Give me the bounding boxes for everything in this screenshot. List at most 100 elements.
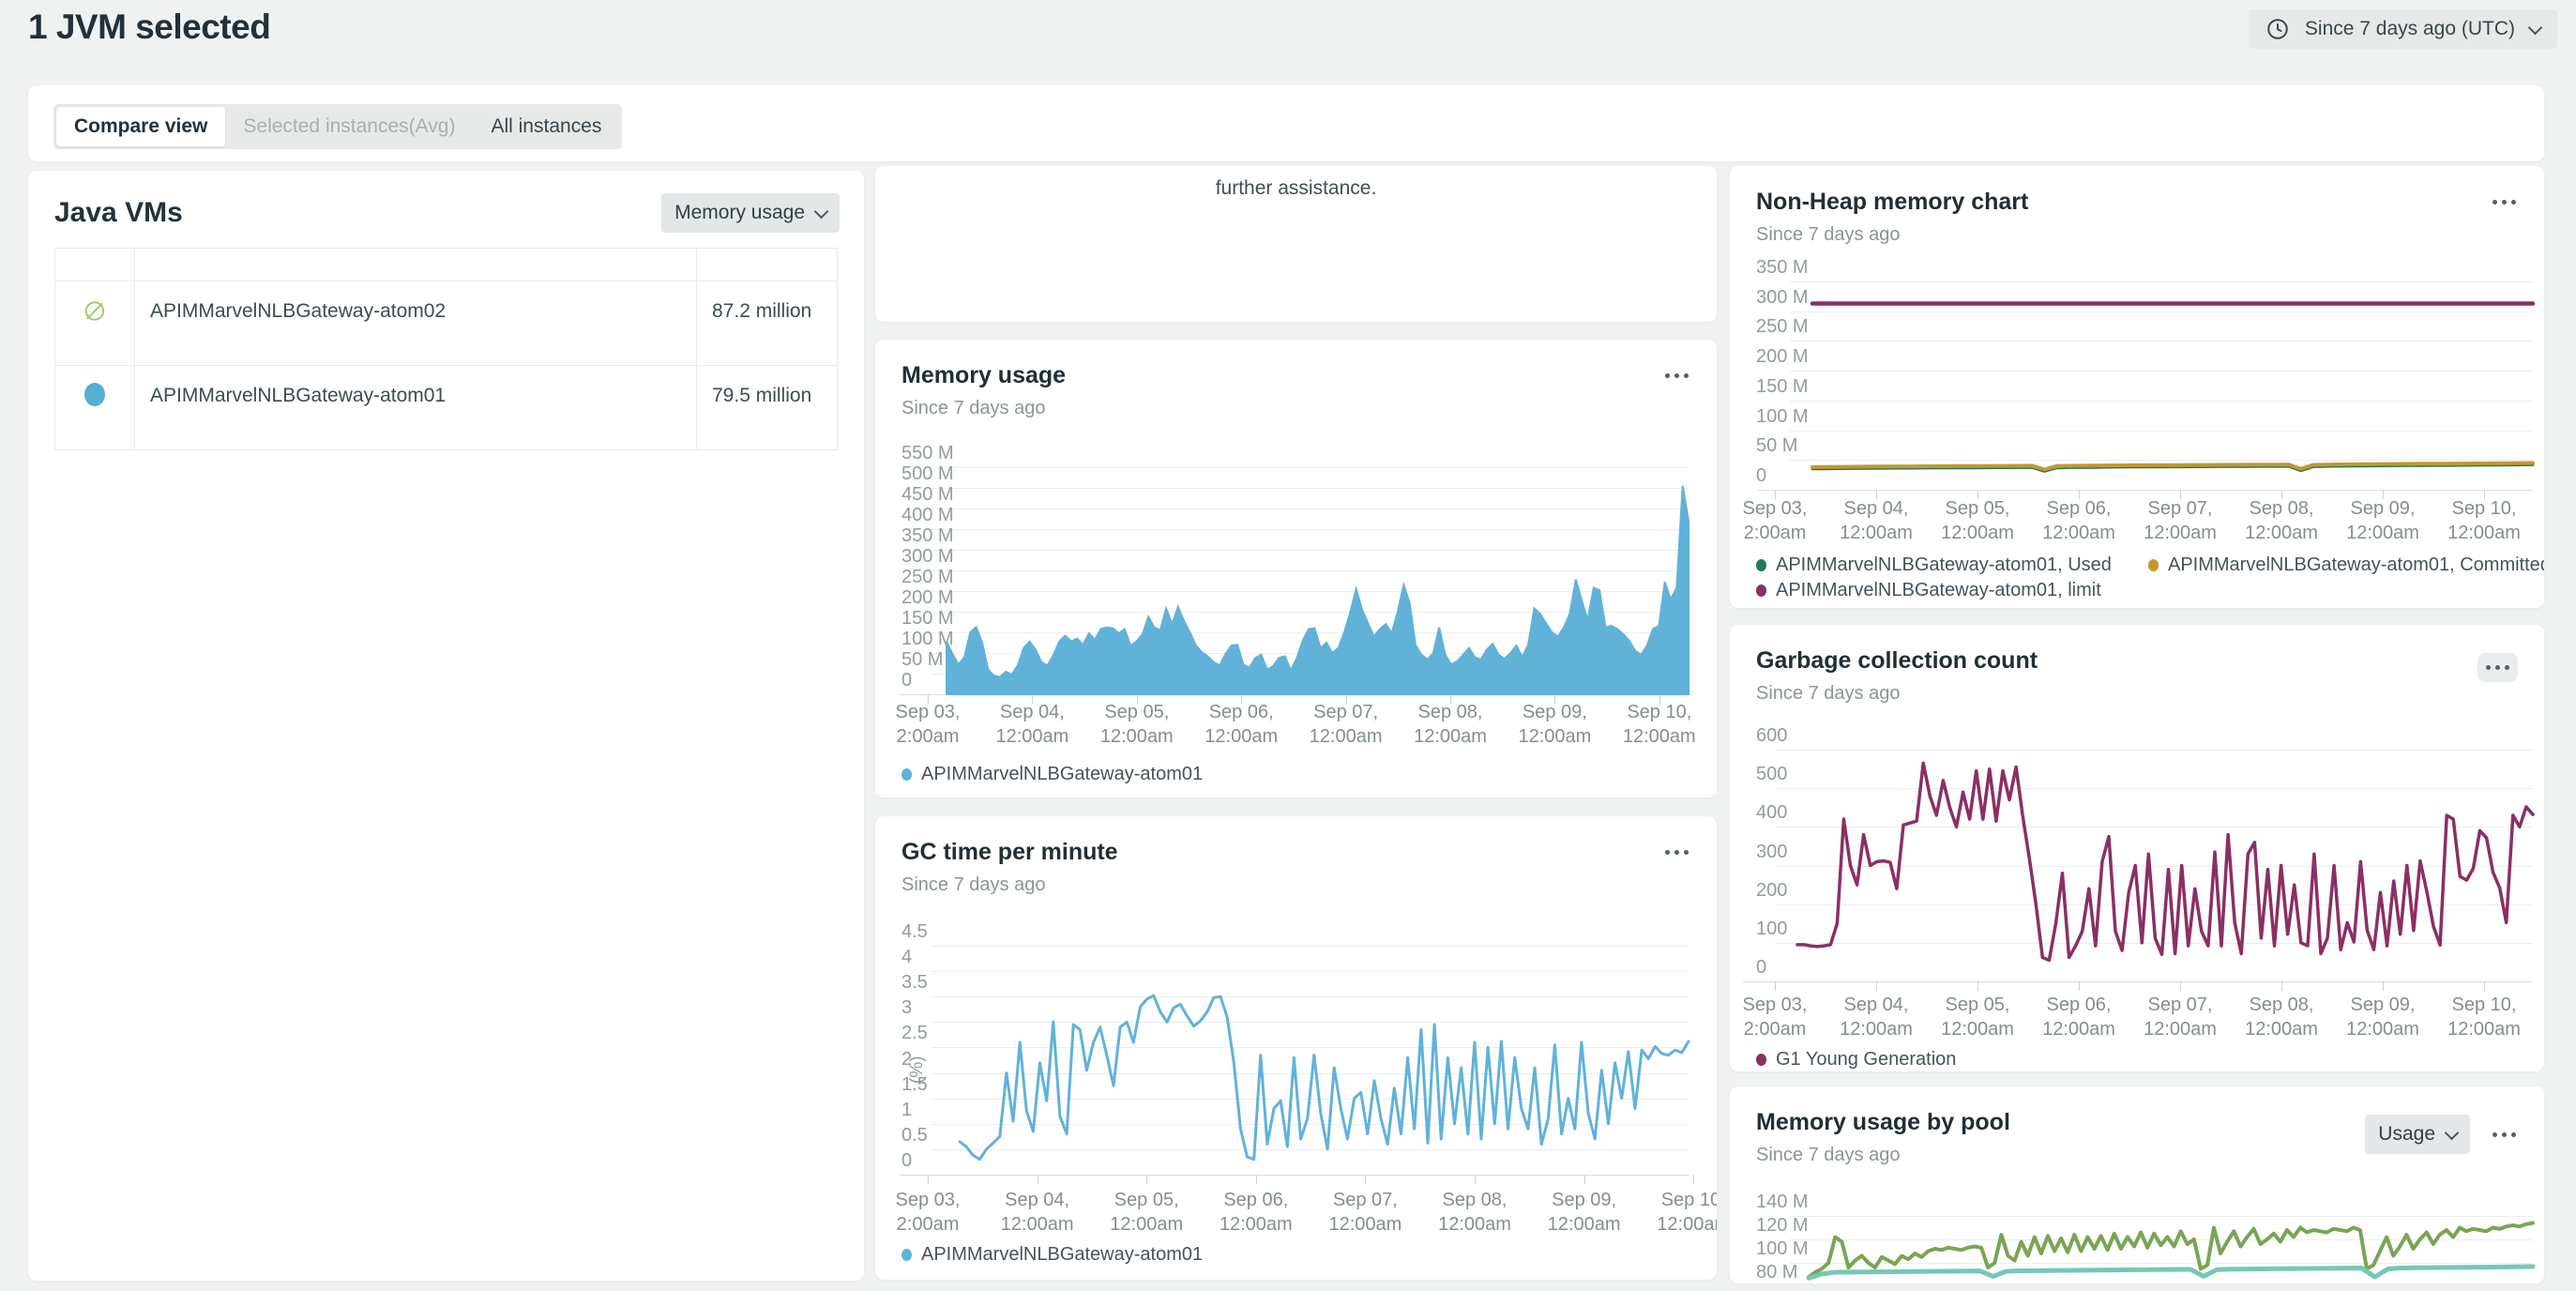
legend-item[interactable]: APIMMarvelNLBGateway-atom01	[902, 1244, 1203, 1266]
y-axis-tick-label: 200	[1756, 880, 1787, 902]
selected-circle-icon	[84, 383, 105, 406]
x-axis-tick-label: Sep 10, 12:00am	[1599, 700, 1717, 749]
jvm-header-cell	[55, 249, 135, 281]
y-axis-tick-label: 150 M	[1756, 376, 1809, 398]
legend-dot-icon	[2148, 559, 2159, 571]
y-axis-tick-label: 200 M	[902, 587, 954, 609]
ellipsis-menu-button[interactable]	[2478, 653, 2518, 682]
ellipsis-menu-icon[interactable]	[2491, 194, 2518, 210]
y-axis-tick-label: 50 M	[902, 649, 943, 671]
gridline	[932, 1124, 1689, 1125]
y-axis-tick-label: 600	[1756, 725, 1787, 747]
gridline	[1790, 401, 2533, 402]
deselected-circle-icon	[83, 298, 107, 324]
metric-selector-dropdown[interactable]: Memory usage	[661, 193, 840, 233]
gridline	[1775, 788, 2533, 789]
page-title: 1 JVM selected	[28, 8, 270, 47]
java-vms-title: Java VMs	[54, 197, 183, 229]
y-axis-tick-label: 100 M	[1756, 1238, 1809, 1260]
chart-title: GC time per minute	[902, 839, 1118, 866]
x-axis-tick	[1775, 981, 1776, 991]
chevron-down-icon	[814, 204, 829, 219]
x-axis-tick	[2180, 981, 2181, 991]
x-axis-tick-label: Sep 09, 12:00am	[1523, 1188, 1645, 1237]
tab-selected-instances-avg[interactable]: Selected instances(Avg)	[225, 107, 473, 146]
y-axis-tick-label: 140 M	[1756, 1192, 1809, 1213]
chart-subtitle: Since 7 days ago	[1756, 224, 2028, 246]
legend-item[interactable]: G1 Young Generation	[1756, 1049, 1956, 1071]
x-axis-tick	[1876, 981, 1877, 991]
time-picker[interactable]: Since 7 days ago (UTC)	[2249, 9, 2557, 49]
tab-compare-view[interactable]: Compare view	[56, 107, 225, 146]
legend-dot-icon	[902, 768, 912, 781]
chart-subtitle: Since 7 days ago	[902, 398, 1066, 419]
garbage-collection-count-card: Garbage collection count Since 7 days ag…	[1730, 625, 2544, 1071]
legend-item[interactable]: APIMMarvelNLBGateway-atom01, Used	[1756, 554, 2112, 576]
chart-title: Memory usage by pool	[1756, 1109, 2010, 1136]
gridline	[1743, 981, 2533, 982]
gridline	[932, 529, 1689, 530]
gridline	[932, 653, 1689, 654]
jvm-marker-cell[interactable]	[55, 281, 135, 366]
gridline	[932, 1149, 1689, 1150]
gridline	[1790, 371, 2533, 372]
gc-time-card: GC time per minute Since 7 days ago 4.54…	[875, 816, 1717, 1280]
gridline	[932, 550, 1689, 551]
tab-all-instances[interactable]: All instances	[473, 107, 619, 146]
chart-subtitle: Since 7 days ago	[902, 874, 1118, 896]
legend-label: APIMMarvelNLBGateway-atom01, limit	[1776, 580, 2101, 601]
non-heap-memory-card: Non-Heap memory chart Since 7 days ago 3…	[1730, 166, 2544, 608]
jvm-row-atom02[interactable]: APIMMarvelNLBGateway-atom02 87.2 million	[55, 281, 838, 366]
gridline	[932, 996, 1689, 997]
gridline	[932, 1022, 1689, 1023]
chart-subtitle: Since 7 days ago	[1756, 683, 2038, 705]
x-axis-tick-label: Sep 10, 12:00am	[2423, 993, 2544, 1041]
x-axis-tick	[2383, 981, 2384, 991]
x-axis-tick-label: Sep 10, 12:00am	[1632, 1188, 1717, 1237]
y-axis-tick-label: 0	[1756, 465, 1766, 487]
legend-item[interactable]: APIMMarvelNLBGateway-atom01, Committed	[2148, 554, 2544, 576]
legend-item[interactable]: APIMMarvelNLBGateway-atom01	[902, 764, 1203, 785]
y-axis-tick-label: 300 M	[902, 546, 954, 568]
y-axis-tick-label: 250 M	[1756, 316, 1809, 338]
jvm-row-atom01[interactable]: APIMMarvelNLBGateway-atom01 79.5 million	[55, 366, 838, 450]
x-axis-tick	[2281, 981, 2282, 991]
y-axis-tick-label: 300	[1756, 842, 1787, 863]
jvm-value: 87.2 million	[697, 281, 838, 366]
x-axis-tick-label: Sep 08, 12:00am	[1414, 1188, 1536, 1237]
x-axis-tick-label: Sep 10, 12:00am	[2423, 496, 2544, 545]
ellipsis-menu-icon[interactable]	[1663, 368, 1690, 384]
x-axis-tick	[1584, 1175, 1585, 1184]
ellipsis-menu-icon[interactable]	[1663, 844, 1690, 860]
chevron-down-icon	[2528, 20, 2543, 35]
ellipsis-menu-icon	[2486, 665, 2509, 670]
ellipsis-menu-icon[interactable]	[2491, 1127, 2518, 1143]
gridline	[1758, 490, 2533, 491]
usage-dropdown[interactable]: Usage	[2365, 1115, 2470, 1154]
info-fragment-card: further assistance.	[875, 166, 1717, 322]
gridline	[1775, 943, 2533, 944]
x-axis-tick-label: Sep 05, 12:00am	[1085, 1188, 1207, 1237]
jvm-header-cell	[697, 249, 838, 281]
gridline	[1775, 827, 2533, 828]
y-axis-tick-label: 450 M	[902, 484, 954, 506]
y-axis-tick-label: 4.5	[902, 921, 928, 943]
jvm-table-header-row	[55, 249, 838, 281]
gridline	[932, 1099, 1689, 1100]
y-axis-title: (%)	[907, 1056, 928, 1084]
gridline	[1775, 904, 2533, 905]
gridline	[1775, 866, 2533, 867]
y-axis-tick-label: 120 M	[1756, 1215, 1809, 1237]
y-axis-tick-label: 400	[1756, 802, 1787, 824]
gridline	[1790, 281, 2533, 282]
jvm-marker-cell[interactable]	[55, 366, 135, 450]
y-axis-tick-label: 50 M	[1756, 435, 1797, 457]
y-axis-tick-label: 300 M	[1756, 287, 1809, 309]
x-axis-tick-label: Sep 03, 2:00am	[875, 1188, 989, 1237]
y-axis-tick-label: 0	[902, 670, 912, 691]
memory-usage-card: Memory usage Since 7 days ago 550 M500 M…	[875, 340, 1717, 797]
legend-item[interactable]: APIMMarvelNLBGateway-atom01, limit	[1756, 580, 2101, 601]
y-axis-tick-label: 100 M	[1756, 406, 1809, 428]
x-axis-tick	[1977, 981, 1978, 991]
y-axis-tick-label: 250 M	[902, 567, 954, 588]
